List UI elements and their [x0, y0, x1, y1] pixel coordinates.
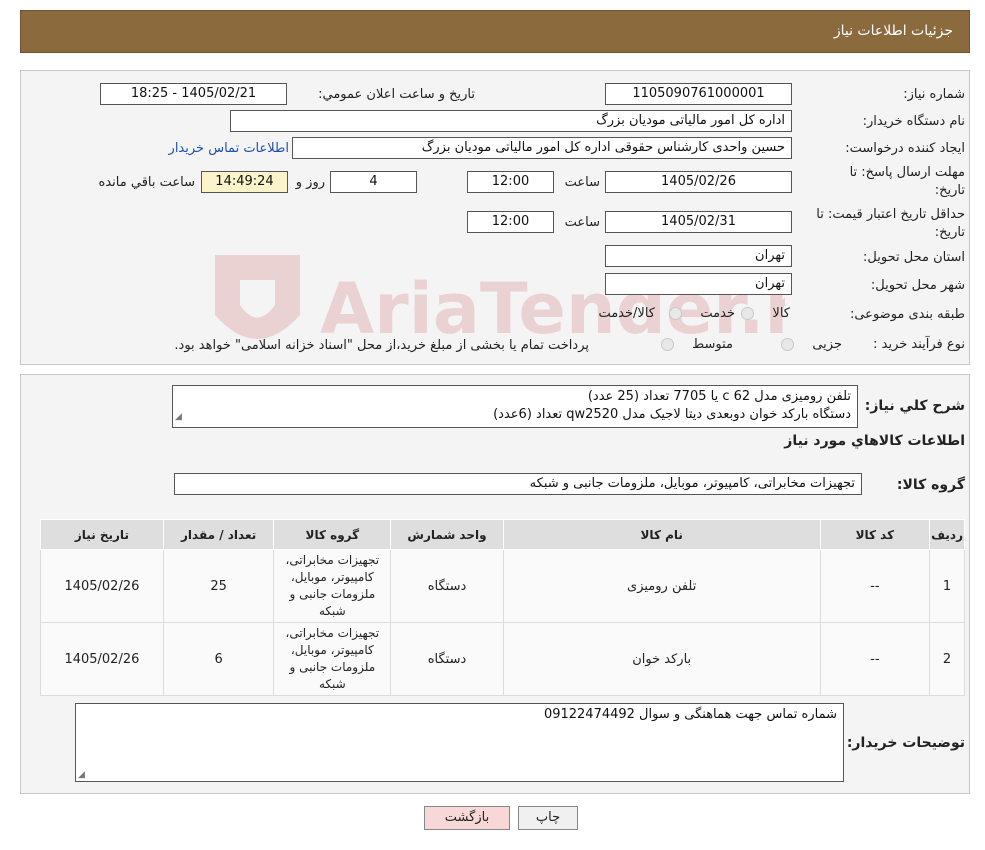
province-value: تهران: [605, 245, 792, 267]
category-label: طبقه بندی موضوعی:: [849, 307, 965, 322]
radio-icon: [741, 307, 755, 320]
goods-group-value: تجهیزات مخابراتی، کامپیوتر، موبایل، ملزو…: [174, 473, 862, 495]
cell-code: --: [819, 622, 931, 696]
resize-handle-icon[interactable]: ◢: [175, 408, 182, 426]
validity-label-2: تاريخ:: [934, 225, 965, 240]
category-option-goods[interactable]: کالا: [741, 306, 790, 321]
need-number-label: شماره نیاز:: [903, 87, 965, 102]
buyer-notes-label: توضيحات خريدار:: [846, 735, 965, 751]
table-header-row: رديف کد کالا نام کالا واحد شمارش گروه کا…: [40, 519, 965, 550]
cell-group: تجهیزات مخابراتی، کامپیوتر، موبایل، ملزو…: [273, 622, 392, 696]
purchase-type-label: نوع فرآیند خرید :: [873, 337, 965, 352]
cell-name: تلفن رومیزی: [502, 549, 821, 623]
validity-time-value: 12:00: [467, 211, 554, 233]
cell-index: 1: [929, 549, 965, 623]
days-label: روز و: [295, 175, 325, 190]
col-header-group: گروه کالا: [273, 519, 392, 550]
deadline-time-value: 12:00: [467, 171, 554, 193]
deadline-time-label: ساعت: [564, 175, 600, 190]
table-row: 2 -- بارکد خوان دستگاه تجهیزات مخابراتی،…: [40, 622, 965, 696]
purchase-option-medium-label: متوسط: [692, 337, 733, 352]
deadline-label-1: مهلت ارسال پاسخ: تا: [849, 165, 965, 180]
col-header-qty: تعداد / مقدار: [162, 519, 275, 550]
category-option-service[interactable]: خدمت: [669, 306, 735, 321]
category-option-goods-service-label: کالا/خدمت: [598, 306, 655, 321]
announce-datetime-label: تاریخ و ساعت اعلان عمومي:: [318, 87, 475, 102]
col-header-date: تاريخ نياز: [40, 519, 164, 550]
deadline-label-2: تاریخ:: [934, 183, 965, 198]
cell-qty: 25: [162, 549, 275, 623]
cell-group: تجهیزات مخابراتی، کامپیوتر، موبایل، ملزو…: [273, 549, 392, 623]
cell-unit: دستگاه: [390, 622, 504, 696]
city-value: تهران: [605, 273, 792, 295]
city-label: شهر محل تحويل:: [870, 278, 965, 293]
cell-unit: دستگاه: [390, 549, 504, 623]
purchase-option-minor-label: جزیی: [812, 337, 842, 352]
purchase-option-minor[interactable]: جزیی: [781, 337, 842, 352]
buyer-org-label: نام دستگاه خريدار:: [862, 114, 965, 129]
resize-handle-icon[interactable]: ◢: [78, 770, 85, 780]
category-option-goods-service[interactable]: کالا/خدمت: [598, 306, 655, 321]
summary-textarea[interactable]: تلفن رومیزی مدل c 62 یا 7705 تعداد (25 ع…: [172, 385, 858, 428]
purchase-option-medium[interactable]: متوسط: [661, 337, 733, 352]
col-header-index: رديف: [929, 519, 965, 550]
buyer-notes-text: شماره تماس جهت هماهنگی و سوال 0912247449…: [543, 707, 837, 722]
category-option-goods-label: کالا: [772, 306, 790, 321]
col-header-code: کد کالا: [819, 519, 931, 550]
summary-line-1: تلفن رومیزی مدل c 62 یا 7705 تعداد (25 ع…: [587, 389, 851, 404]
category-option-service-label: خدمت: [700, 306, 735, 321]
requester-label: ايجاد كننده درخواست:: [845, 141, 965, 156]
requester-value: حسین واحدی کارشناس حقوقی اداره کل امور م…: [292, 137, 792, 159]
cell-index: 2: [929, 622, 965, 696]
validity-time-label: ساعت: [564, 215, 600, 230]
summary-label: شرح کلي نياز:: [864, 398, 965, 414]
radio-icon: [781, 338, 795, 351]
buyer-org-value: اداره کل امور مالیاتی مودیان بزرگ: [230, 110, 792, 132]
buyer-contact-link[interactable]: اطلاعات تماس خريدار: [169, 141, 289, 156]
announce-datetime-value: 1405/02/21 - 18:25: [100, 83, 287, 105]
col-header-name: نام کالا: [502, 519, 821, 550]
cell-date: 1405/02/26: [40, 549, 164, 623]
radio-icon: [661, 338, 675, 351]
validity-date-value: 1405/02/31: [605, 211, 792, 233]
goods-group-label: گروه کالا:: [896, 477, 965, 493]
goods-table: رديف کد کالا نام کالا واحد شمارش گروه کا…: [40, 519, 965, 696]
days-value: 4: [330, 171, 417, 193]
page-title: جزئیات اطلاعات نیاز: [833, 23, 953, 39]
page-header: جزئیات اطلاعات نیاز: [20, 10, 970, 53]
remaining-time-value: 14:49:24: [201, 171, 288, 193]
back-button[interactable]: بازگشت: [424, 806, 510, 830]
goods-info-title: اطلاعات کالاهاي مورد نياز: [784, 433, 965, 449]
col-header-unit: واحد شمارش: [390, 519, 504, 550]
table-row: 1 -- تلفن رومیزی دستگاه تجهیزات مخابراتی…: [40, 549, 965, 623]
cell-date: 1405/02/26: [40, 622, 164, 696]
purchase-note: پرداخت تمام یا بخشی از مبلغ خرید،از محل …: [174, 338, 589, 353]
summary-line-2: دستگاه بارکد خوان دوبعدی دیتا لاجیک مدل …: [493, 407, 851, 422]
cell-qty: 6: [162, 622, 275, 696]
cell-code: --: [819, 549, 931, 623]
validity-label-1: حداقل تاريخ اعتبار قيمت: تا: [816, 207, 965, 222]
radio-icon: [669, 307, 683, 320]
remaining-time-label: ساعت باقي مانده: [98, 175, 195, 190]
deadline-date-value: 1405/02/26: [605, 171, 792, 193]
need-number-value: 1105090761000001: [605, 83, 792, 105]
province-label: استان محل تحويل:: [863, 250, 965, 265]
cell-name: بارکد خوان: [502, 622, 821, 696]
buyer-notes-textarea[interactable]: شماره تماس جهت هماهنگی و سوال 0912247449…: [75, 703, 844, 782]
print-button[interactable]: چاپ: [518, 806, 578, 830]
